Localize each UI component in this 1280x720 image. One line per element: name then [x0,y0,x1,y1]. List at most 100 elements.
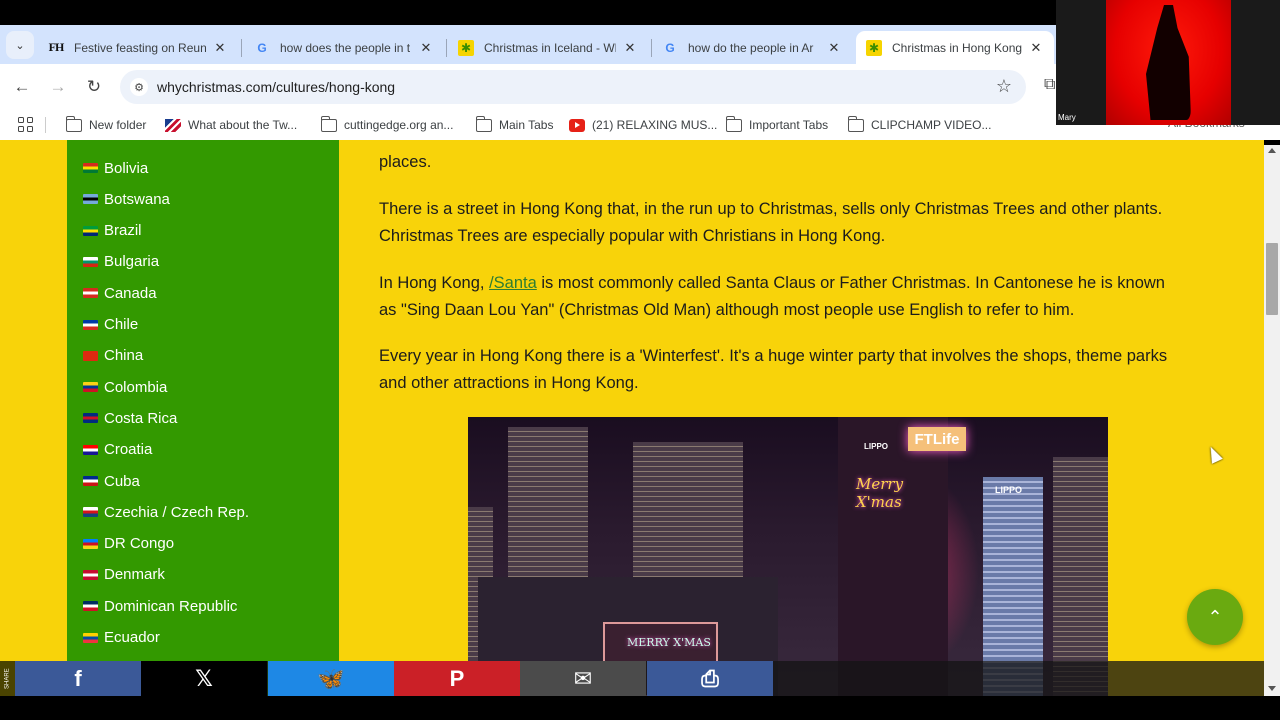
browser-toolbar: ← → ↻ ⚙ whychristmas.com/cultures/hong-k… [0,64,1056,109]
country-name: Canada [104,284,157,302]
bookmark-relaxing-music[interactable]: (21) RELAXING MUS... [569,115,717,135]
country-link[interactable]: Ecuador [83,626,160,650]
country-flag-icon [83,194,98,205]
merry-xmas-neon: Merry X'mas [856,475,904,511]
tab-title: Christmas in Hong Kong [892,40,1022,55]
close-icon[interactable]: ✕ [622,40,638,56]
share-email-button[interactable]: ✉ [520,661,646,696]
country-name: Brazil [104,222,142,240]
bluesky-icon: 🦋 [317,665,345,691]
country-flag-icon [83,444,98,455]
close-icon[interactable]: ✕ [1028,40,1044,56]
page-scrollbar[interactable] [1264,145,1280,696]
folder-icon [847,115,864,132]
country-link[interactable]: Colombia [83,375,167,399]
tab-festive-feasting[interactable]: FH Festive feasting on Reunio ✕ [38,31,238,64]
country-link[interactable]: DR Congo [83,532,174,556]
country-link[interactable]: China [83,344,143,368]
merry-xmas-sign: MERRY X'MAS [627,636,711,649]
close-icon[interactable]: ✕ [212,40,228,56]
share-pinterest-button[interactable]: P [394,661,520,696]
country-name: Bolivia [104,159,149,177]
youtube-icon [569,118,585,132]
country-flag-icon [83,413,98,424]
country-link[interactable]: Bulgaria [83,250,159,274]
tab-title: Christmas in Iceland - Wh [484,40,616,55]
back-button[interactable]: ← [9,74,35,100]
scroll-down-arrow-icon[interactable] [1268,686,1276,691]
country-flag-icon [83,507,98,518]
country-link[interactable]: Botswana [83,187,170,211]
lippo-sign: LIPPO [864,442,889,451]
tab-title: how do the people in Ar [688,40,814,55]
bookmark-clipchamp[interactable]: CLIPCHAMP VIDEO... [847,115,992,135]
scrollbar-thumb[interactable] [1266,243,1278,315]
country-flag-icon [83,163,98,173]
country-link[interactable]: Canada [83,281,157,305]
share-facebook-button[interactable]: f [15,661,141,696]
country-sidebar: Bolivia Botswana Brazil Bulgaria Canada Chile… [67,140,339,696]
chevron-down-icon: ⌄ [15,39,25,52]
facebook-icon: f [74,665,82,691]
bookmark-cuttingedge[interactable]: cuttingedge.org an... [320,115,454,135]
country-flag-icon [83,288,98,299]
country-link[interactable]: Dominican Republic [83,594,237,618]
screen-bottom-bar [0,696,1280,720]
tab-christmas-iceland[interactable]: ✱ Christmas in Iceland - Wh ✕ [448,31,648,64]
webcam-overlay: Mary [1056,0,1280,125]
share-x-button[interactable]: 𝕏 [141,661,267,696]
article-paragraph: There is a street in Hong Kong that, in … [379,200,1163,245]
google-icon: G [257,40,267,55]
country-link[interactable]: Bolivia [83,156,148,180]
tab-christmas-hong-kong[interactable]: ✱ Christmas in Hong Kong ✕ [856,31,1054,64]
country-name: Botswana [104,190,170,208]
country-name: Dominican Republic [104,597,238,615]
reload-button[interactable]: ↻ [81,74,107,100]
share-bluesky-button[interactable]: 🦋 [268,661,394,696]
country-name: Ecuador [104,629,160,646]
site-settings-icon[interactable]: ⚙ [130,78,148,96]
web-page: Bolivia Botswana Brazil Bulgaria Canada Chile… [0,140,1264,696]
bookmark-new-folder[interactable]: New folder [65,115,146,135]
bookmark-main-tabs[interactable]: Main Tabs [475,115,553,135]
tab-separator [446,39,447,57]
country-link[interactable]: Denmark [83,563,165,587]
url-text[interactable]: whychristmas.com/cultures/hong-kong [157,79,395,95]
country-link[interactable]: Cuba [83,469,140,493]
tab-google-search-1[interactable]: G how does the people in t ✕ [244,31,444,64]
country-link[interactable]: Croatia [83,438,152,462]
santa-link[interactable]: /Santa [489,274,537,292]
share-print-button[interactable]: ⎙ [647,661,773,696]
bookmark-star-icon[interactable]: ☆ [996,76,1012,97]
apps-grid-icon[interactable] [18,117,33,132]
tab-search-button[interactable]: ⌄ [6,31,34,59]
tab-title: how does the people in t [280,40,411,55]
country-name: Chile [104,316,139,333]
article-paragraph: In Hong Kong, /Santa is most commonly ca… [379,270,1179,323]
country-link[interactable]: Costa Rica [83,406,177,430]
close-icon[interactable]: ✕ [418,40,434,56]
bookmark-label: CLIPCHAMP VIDEO... [871,118,992,132]
flag-favicon-icon [165,118,181,132]
country-link[interactable]: Chile [83,313,138,337]
bookmark-what-about[interactable]: What about the Tw... [165,115,297,135]
country-name: Colombia [104,378,168,396]
close-icon[interactable]: ✕ [826,40,842,56]
country-link[interactable]: Brazil [83,219,142,243]
x-icon: 𝕏 [195,665,213,691]
folder-icon [725,115,742,132]
bookmark-important-tabs[interactable]: Important Tabs [725,115,828,135]
extensions-icon[interactable]: ⧉ [1044,76,1055,94]
bookmark-label: cuttingedge.org an... [344,118,454,132]
scroll-to-top-button[interactable]: ⌃ [1187,589,1243,645]
tab-google-search-2[interactable]: G how do the people in Ar ✕ [652,31,852,64]
scroll-up-arrow-icon[interactable] [1268,148,1276,153]
country-name: Cuba [104,472,140,490]
forward-button[interactable]: → [45,74,71,100]
email-icon: ✉ [573,665,593,691]
bookmark-label: (21) RELAXING MUS... [592,118,718,132]
ftlife-sign: FTLife [908,427,966,451]
tab-separator [241,39,242,57]
country-link[interactable]: Czechia / Czech Rep. [83,500,249,524]
address-bar[interactable]: ⚙ whychristmas.com/cultures/hong-kong ☆ [120,70,1026,104]
